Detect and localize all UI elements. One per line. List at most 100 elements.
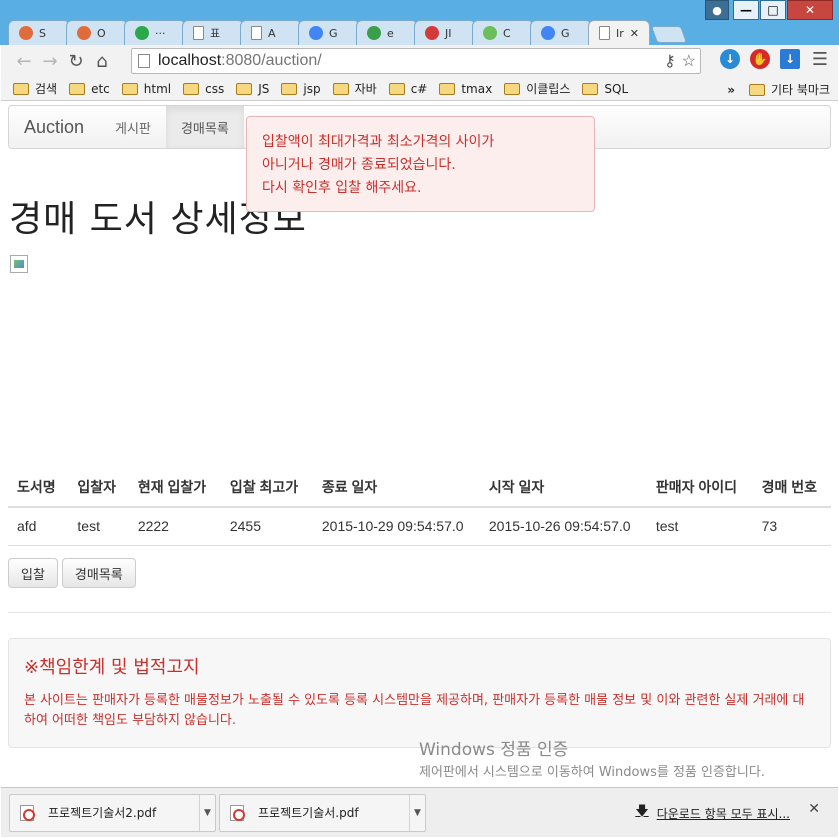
minimize-icon[interactable]: —	[733, 0, 759, 20]
error-alert: 입찰액이 최대가격과 최소가격의 사이가 아니거나 경매가 종료되었습니다. 다…	[246, 116, 595, 212]
tab-title: G	[329, 26, 338, 40]
bookmark-folder[interactable]: html	[121, 82, 171, 96]
bookmark-folder[interactable]: jsp	[281, 82, 321, 96]
page-icon	[193, 26, 204, 40]
folder-icon	[439, 82, 456, 95]
browser-tab[interactable]: S	[8, 20, 70, 45]
browser-toolbar: ← → ↻ ⌂ localhost:8080/auction/ ⚷ ☆ ↓ ✋ …	[1, 45, 838, 77]
download-filename: 프로젝트기술서.pdf	[258, 806, 359, 820]
home-icon[interactable]: ⌂	[89, 48, 115, 74]
page-info-icon[interactable]	[138, 54, 150, 68]
browser-tab-active[interactable]: Ir ✕	[588, 20, 650, 45]
bookmark-folder[interactable]: 자바	[332, 80, 377, 97]
folder-icon	[281, 82, 298, 95]
other-bookmarks-folder[interactable]: 기타 북마크	[748, 81, 830, 98]
download-item[interactable]: 프로젝트기술서.pdf ▼	[219, 793, 426, 832]
bookmark-folder[interactable]: 검색	[13, 80, 57, 97]
nav-board-link[interactable]: 게시판	[100, 106, 166, 148]
folder-icon	[504, 82, 521, 95]
browser-tab[interactable]: e	[356, 20, 418, 45]
bookmark-label: tmax	[461, 81, 493, 96]
favicon-icon	[367, 26, 381, 40]
bookmark-folder[interactable]: css	[183, 82, 224, 96]
extension-icons: ↓ ✋ ↓ ☰	[720, 49, 830, 70]
close-window-icon[interactable]: ✕	[787, 0, 833, 20]
download-item[interactable]: 프로젝트기술서2.pdf ▼	[9, 793, 216, 832]
bookmark-label: c#	[410, 81, 428, 96]
notice-title: ※책임한계 및 법적고지	[24, 657, 200, 678]
bookmark-folder[interactable]: etc	[69, 82, 110, 96]
forward-icon[interactable]: →	[37, 48, 63, 74]
alert-line: 입찰액이 최대가격과 최소가격의 사이가	[262, 134, 495, 150]
watermark-subtitle: 제어판에서 시스템으로 이동하여 Windows를 정품 인증합니다.	[419, 765, 765, 780]
close-tab-icon[interactable]: ✕	[630, 27, 639, 40]
browser-tab[interactable]: JI	[414, 20, 476, 45]
show-all-downloads-link[interactable]: 🡇 다운로드 항목 모두 표시...	[635, 802, 790, 824]
column-header: 입찰 최고가	[220, 468, 313, 508]
bookmark-label: 이클립스	[526, 82, 571, 96]
menu-icon[interactable]: ☰	[810, 49, 830, 70]
tab-title: ···	[155, 26, 166, 40]
bookmark-folder[interactable]: SQL	[582, 82, 628, 96]
key-icon[interactable]: ⚷	[664, 51, 676, 71]
browser-tab[interactable]: C	[472, 20, 534, 45]
google-icon	[309, 26, 323, 40]
download-arrow-icon: 🡇	[635, 804, 649, 819]
folder-icon	[183, 82, 200, 95]
save-extension-icon[interactable]: ↓	[780, 49, 800, 69]
download-extension-icon[interactable]: ↓	[720, 49, 740, 69]
chevron-down-icon[interactable]: ▼	[199, 794, 215, 831]
nav-auction-list-link[interactable]: 경매목록	[165, 106, 244, 148]
star-icon[interactable]: ☆	[682, 51, 696, 71]
browser-tab[interactable]: O	[66, 20, 128, 45]
column-header: 도서명	[8, 468, 69, 508]
browser-tab[interactable]: G	[530, 20, 592, 45]
column-header: 판매자 아이디	[646, 468, 753, 508]
favicon-icon	[19, 26, 33, 40]
show-all-label: 다운로드 항목 모두 표시...	[656, 806, 790, 821]
browser-tab[interactable]: A	[240, 20, 302, 45]
profile-icon[interactable]: ●	[705, 0, 729, 20]
bid-button[interactable]: 입찰	[8, 558, 58, 588]
window-controls: — □ ✕	[732, 0, 833, 20]
watermark-title: Windows 정품 인증	[419, 740, 569, 760]
broken-image-icon	[10, 255, 28, 273]
address-bar[interactable]: localhost:8080/auction/ ⚷ ☆	[131, 48, 701, 74]
bookmark-label: 자바	[354, 82, 377, 96]
bookmark-folder[interactable]: tmax	[439, 82, 492, 96]
new-tab-button[interactable]	[650, 26, 688, 43]
bookmark-label: 검색	[35, 82, 58, 96]
table-cell: test	[646, 507, 753, 546]
chevron-down-icon[interactable]: ▼	[409, 794, 425, 831]
back-icon[interactable]: ←	[11, 48, 37, 74]
table-cell: afd	[8, 507, 69, 546]
folder-icon	[236, 82, 253, 95]
bookmarks-bar: 검색 etc html css JS jsp 자바 c# tmax 이클립스 S…	[1, 77, 838, 101]
bookmark-label: 기타 북마크	[770, 83, 830, 97]
column-header: 경매 번호	[752, 468, 831, 508]
site-brand[interactable]: Auction	[9, 106, 100, 148]
page-content: Auction 게시판 경매목록 입찰액이 최대가격과 최소가격의 사이가 아니…	[1, 102, 838, 787]
close-shelf-icon[interactable]: ✕	[808, 801, 820, 817]
table-cell: 2222	[128, 507, 221, 546]
table-cell: test	[68, 507, 129, 546]
bookmarks-overflow-icon[interactable]: »	[727, 83, 735, 97]
browser-tab[interactable]: ···	[124, 20, 186, 45]
column-header: 입찰자	[68, 468, 129, 508]
browser-tab[interactable]: G	[298, 20, 360, 45]
bookmark-folder[interactable]: 이클립스	[504, 80, 570, 97]
auction-list-button[interactable]: 경매목록	[61, 558, 136, 588]
alert-line: 아니거나 경매가 종료되었습니다.	[262, 157, 456, 173]
page-icon	[251, 26, 262, 40]
bookmark-folder[interactable]: c#	[388, 81, 428, 96]
maximize-icon[interactable]: □	[760, 0, 786, 20]
browser-tab[interactable]: 표	[182, 20, 244, 45]
pdf-file-icon	[230, 804, 245, 821]
url-path: :8080/auction/	[221, 52, 322, 69]
column-header: 현재 입찰가	[128, 468, 221, 508]
adblock-icon[interactable]: ✋	[750, 49, 770, 69]
bookmark-folder[interactable]: JS	[236, 82, 269, 96]
folder-icon	[332, 82, 349, 95]
tab-title: A	[268, 26, 276, 40]
reload-icon[interactable]: ↻	[63, 48, 89, 74]
